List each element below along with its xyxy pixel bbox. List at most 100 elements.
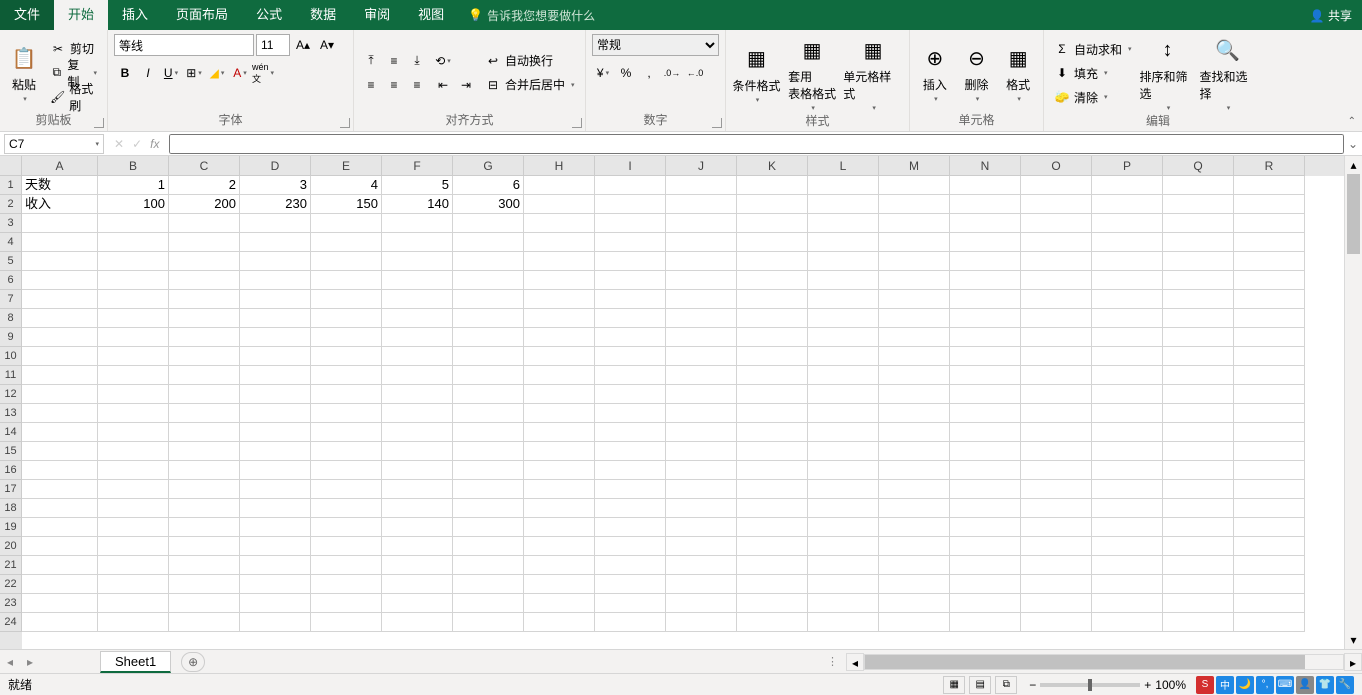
dialog-launcher-icon[interactable]	[340, 118, 350, 128]
cell[interactable]	[524, 518, 595, 537]
cell[interactable]	[879, 195, 950, 214]
cell[interactable]	[1234, 195, 1305, 214]
cell[interactable]	[950, 499, 1021, 518]
row-header[interactable]: 1	[0, 176, 22, 195]
cell[interactable]	[22, 309, 98, 328]
cell[interactable]	[169, 480, 240, 499]
cell[interactable]	[524, 423, 595, 442]
cell[interactable]	[382, 499, 453, 518]
cell[interactable]	[1163, 290, 1234, 309]
cell[interactable]	[524, 233, 595, 252]
cell[interactable]	[382, 271, 453, 290]
cell[interactable]	[808, 537, 879, 556]
cell[interactable]	[666, 613, 737, 632]
cell[interactable]	[311, 499, 382, 518]
cell[interactable]	[808, 518, 879, 537]
font-color-button[interactable]: A▾	[229, 62, 251, 84]
cell[interactable]	[524, 442, 595, 461]
row-header[interactable]: 23	[0, 594, 22, 613]
bold-button[interactable]: B	[114, 62, 136, 84]
ime-shirt-icon[interactable]: 👕	[1316, 676, 1334, 694]
cell[interactable]	[808, 556, 879, 575]
scroll-down-icon[interactable]: ▾	[1345, 631, 1362, 649]
row-header[interactable]: 22	[0, 575, 22, 594]
cell[interactable]	[240, 385, 311, 404]
cell[interactable]	[737, 404, 808, 423]
row-header[interactable]: 16	[0, 461, 22, 480]
cell[interactable]	[666, 290, 737, 309]
cell[interactable]	[1092, 214, 1163, 233]
cell[interactable]	[22, 423, 98, 442]
align-top-button[interactable]: ⤒	[360, 50, 382, 72]
cell[interactable]	[950, 271, 1021, 290]
cell[interactable]	[240, 347, 311, 366]
cell[interactable]	[595, 499, 666, 518]
cell[interactable]	[1021, 328, 1092, 347]
cell[interactable]	[22, 499, 98, 518]
cell[interactable]	[879, 556, 950, 575]
cell[interactable]	[453, 347, 524, 366]
cell[interactable]	[737, 290, 808, 309]
cell[interactable]	[595, 214, 666, 233]
cell[interactable]	[808, 233, 879, 252]
cell[interactable]	[22, 385, 98, 404]
column-header[interactable]: I	[595, 156, 666, 176]
cell[interactable]	[98, 575, 169, 594]
cell[interactable]	[737, 499, 808, 518]
cell[interactable]	[666, 252, 737, 271]
select-all-corner[interactable]	[0, 156, 22, 176]
cell[interactable]	[737, 233, 808, 252]
row-header[interactable]: 3	[0, 214, 22, 233]
cell[interactable]	[382, 214, 453, 233]
cell[interactable]	[22, 328, 98, 347]
zoom-level[interactable]: 100%	[1155, 678, 1186, 692]
cell[interactable]	[950, 423, 1021, 442]
cell[interactable]	[950, 290, 1021, 309]
row-header[interactable]: 20	[0, 537, 22, 556]
cell[interactable]	[737, 271, 808, 290]
row-header[interactable]: 21	[0, 556, 22, 575]
cell[interactable]	[98, 461, 169, 480]
cell[interactable]	[879, 385, 950, 404]
cell[interactable]	[879, 613, 950, 632]
cell[interactable]	[240, 271, 311, 290]
cell[interactable]: 230	[240, 195, 311, 214]
cell[interactable]	[524, 347, 595, 366]
cell[interactable]	[595, 195, 666, 214]
cell[interactable]	[737, 423, 808, 442]
cell[interactable]	[1021, 271, 1092, 290]
percent-button[interactable]: %	[615, 62, 637, 84]
tab-insert[interactable]: 插入	[108, 0, 162, 30]
cell[interactable]	[240, 423, 311, 442]
tab-home[interactable]: 开始	[54, 0, 108, 30]
orientation-button[interactable]: ⟲▾	[432, 50, 454, 72]
align-bottom-button[interactable]: ⤓	[406, 50, 428, 72]
cell[interactable]	[950, 176, 1021, 195]
cell[interactable]	[808, 347, 879, 366]
cell[interactable]	[311, 613, 382, 632]
currency-button[interactable]: ¥▾	[592, 62, 614, 84]
cell[interactable]	[666, 309, 737, 328]
cell[interactable]	[22, 480, 98, 499]
cell[interactable]	[595, 423, 666, 442]
cell[interactable]	[1021, 290, 1092, 309]
zoom-out-button[interactable]: −	[1029, 678, 1036, 692]
cell[interactable]	[453, 328, 524, 347]
cell[interactable]	[169, 594, 240, 613]
cell[interactable]	[311, 214, 382, 233]
cell[interactable]	[169, 518, 240, 537]
cell[interactable]	[950, 347, 1021, 366]
row-header[interactable]: 5	[0, 252, 22, 271]
sheet-tab[interactable]: Sheet1	[100, 651, 171, 673]
comma-button[interactable]: ,	[638, 62, 660, 84]
cell[interactable]	[22, 347, 98, 366]
column-header[interactable]: F	[382, 156, 453, 176]
cell[interactable]	[382, 594, 453, 613]
cell[interactable]	[950, 537, 1021, 556]
cell[interactable]	[524, 328, 595, 347]
cell[interactable]	[1234, 309, 1305, 328]
cell[interactable]	[311, 290, 382, 309]
cell[interactable]	[1021, 366, 1092, 385]
cell[interactable]	[311, 233, 382, 252]
cell[interactable]	[240, 594, 311, 613]
